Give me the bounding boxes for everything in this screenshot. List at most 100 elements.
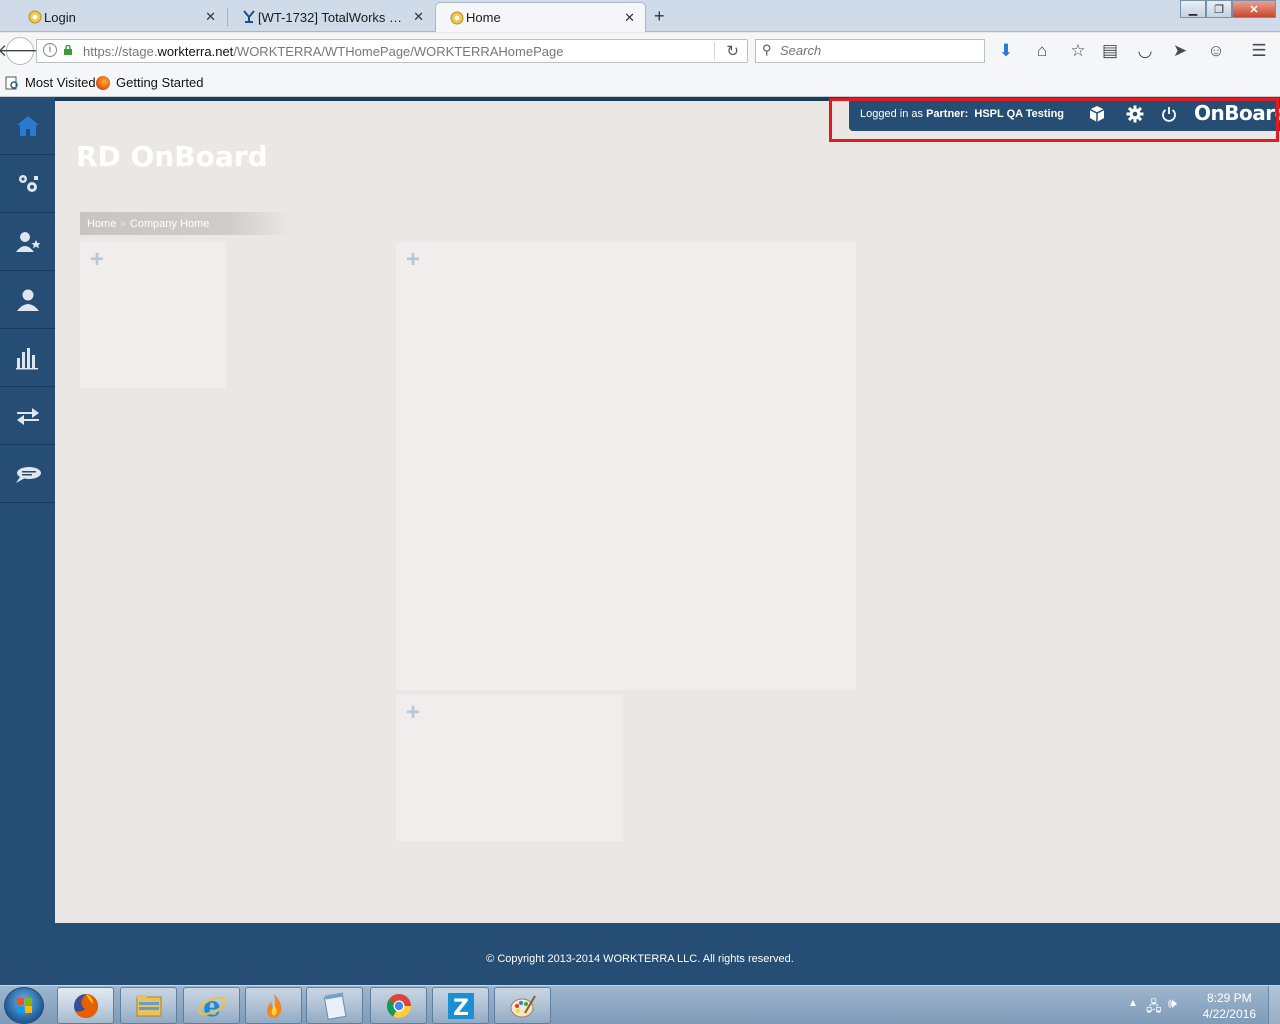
widget-panel-left: +: [80, 242, 226, 388]
breadcrumb-current: Company Home: [129, 217, 210, 230]
widget-panel-bottom: +: [396, 695, 623, 841]
clock-date: 4/22/2016: [1202, 1007, 1256, 1021]
menu-icon[interactable]: ☰: [1247, 39, 1271, 63]
copyright-text: © Copyright 2013-2014 WORKTERRA LLC. All…: [486, 953, 794, 965]
clock[interactable]: 8:29 PM 4/22/2016: [1203, 990, 1256, 1022]
close-window-button[interactable]: ✕: [1232, 0, 1276, 18]
firefox-icon: [96, 75, 110, 90]
transfer-arrows-icon: [16, 407, 39, 425]
show-desktop-button[interactable]: [1268, 986, 1280, 1024]
sidebar-item-users-admin[interactable]: [0, 213, 55, 271]
bookmark-star-icon[interactable]: ☆: [1066, 39, 1090, 63]
paint-palette-icon: [510, 994, 536, 1017]
sidebar-item-home[interactable]: [0, 97, 55, 155]
url-text[interactable]: https://stage.workterra.net/WORKTERRA/WT…: [83, 44, 563, 59]
tab-title: Home: [466, 10, 501, 25]
home-icon[interactable]: ⌂: [1030, 39, 1054, 63]
windows-taskbar: e Z ▲ 🖧 🕪 8:29 PM 4/22/2016: [0, 985, 1280, 1024]
taskbar-firefox[interactable]: [57, 987, 114, 1024]
close-tab-icon[interactable]: ✕: [413, 9, 424, 25]
volume-icon[interactable]: 🕪: [1168, 995, 1177, 1012]
most-visited-icon: [5, 76, 18, 89]
search-bar[interactable]: ⚲: [755, 39, 985, 63]
tab-jira[interactable]: [WT-1732] TotalWorks Bra... ✕: [228, 2, 434, 32]
bookmark-most-visited[interactable]: Most Visited: [5, 75, 96, 90]
sidebar-item-employees[interactable]: [0, 271, 55, 329]
user-star-icon: [15, 231, 40, 252]
tray-expand-icon[interactable]: ▲: [1128, 998, 1138, 1009]
taskbar-chrome[interactable]: [370, 987, 427, 1024]
clock-time: 8:29 PM: [1206, 991, 1252, 1005]
info-icon[interactable]: i: [43, 43, 57, 57]
close-tab-icon[interactable]: ✕: [624, 10, 635, 26]
pocket-icon[interactable]: ◡: [1133, 39, 1157, 63]
taskbar-firefox-developer[interactable]: [245, 987, 302, 1024]
tab-home[interactable]: Home ✕: [435, 2, 646, 32]
window-controls: ▁ ❐ ✕: [1180, 0, 1276, 18]
internet-explorer-icon: e: [197, 991, 226, 1021]
tab-title: Login: [44, 9, 76, 25]
downloads-icon[interactable]: ⬇: [994, 39, 1018, 63]
tab-title: [WT-1732] TotalWorks Bra...: [258, 9, 408, 25]
site-favicon-icon: [28, 10, 42, 24]
sidebar-item-messages[interactable]: [0, 445, 55, 503]
close-tab-icon[interactable]: ✕: [205, 9, 216, 25]
flame-icon: [266, 993, 281, 1018]
site-favicon-icon: [450, 11, 464, 25]
widget-panel-main: +: [396, 242, 856, 690]
system-tray: ▲ 🖧 🕪 8:29 PM 4/22/2016: [1120, 986, 1280, 1024]
back-button[interactable]: 🡐: [0, 37, 43, 65]
taskbar-notepad[interactable]: [306, 987, 363, 1024]
puzzle-gears-icon: [18, 174, 38, 192]
navigation-toolbar: 🡐 i https://stage.workterra.net/WORKTERR…: [0, 33, 1280, 69]
bookmark-getting-started[interactable]: Getting Started: [96, 75, 203, 90]
bar-chart-icon: [15, 347, 38, 369]
home-icon: [16, 115, 39, 136]
firefox-icon: [73, 993, 98, 1018]
chat-bubble-icon: [15, 466, 41, 483]
zoho-icon: Z: [447, 992, 474, 1021]
breadcrumb-separator: »: [120, 218, 126, 229]
restore-button[interactable]: ❐: [1206, 0, 1232, 18]
taskbar-zoho[interactable]: Z: [432, 987, 489, 1024]
breadcrumb-home[interactable]: Home: [87, 218, 116, 230]
reading-list-icon[interactable]: ▤: [1098, 39, 1122, 63]
sidebar-item-setup[interactable]: [0, 155, 55, 213]
reload-icon[interactable]: ↻: [726, 42, 739, 60]
user-icon: [16, 289, 39, 311]
hello-chat-icon[interactable]: ☺: [1204, 39, 1228, 63]
highlight-annotation-box: [829, 98, 1279, 142]
breadcrumb: Home » Company Home: [80, 212, 292, 235]
taskbar-explorer[interactable]: [120, 987, 177, 1024]
jira-favicon-icon: [243, 10, 255, 23]
sidebar-item-reports[interactable]: [0, 329, 55, 387]
lock-icon: [64, 45, 72, 55]
windows-logo-icon: [17, 998, 32, 1013]
add-widget-button[interactable]: +: [406, 699, 420, 727]
chrome-icon: [386, 993, 411, 1018]
start-button[interactable]: [4, 987, 44, 1024]
folder-icon: [136, 994, 161, 1016]
search-icon: ⚲: [762, 42, 772, 57]
send-icon[interactable]: ➤: [1168, 39, 1192, 63]
new-tab-button[interactable]: +: [654, 6, 665, 27]
add-widget-button[interactable]: +: [406, 246, 420, 274]
sidebar-item-transfers[interactable]: [0, 387, 55, 445]
add-widget-button[interactable]: +: [90, 246, 104, 274]
svg-text:Z: Z: [453, 996, 469, 1021]
tab-bar: Login ✕ [WT-1732] TotalWorks Bra... ✕ Ho…: [0, 0, 1280, 32]
taskbar-paint[interactable]: [494, 987, 551, 1024]
tab-login[interactable]: Login ✕: [14, 2, 226, 32]
url-divider: [714, 42, 715, 60]
sidebar: [0, 97, 55, 923]
svg-text:e: e: [203, 991, 221, 1021]
taskbar-internet-explorer[interactable]: e: [183, 987, 240, 1024]
page-title: RD OnBoard: [76, 140, 268, 173]
search-input[interactable]: [780, 43, 980, 58]
network-icon[interactable]: 🖧: [1146, 996, 1162, 1020]
notepad-icon: [323, 991, 347, 1020]
url-bar[interactable]: i https://stage.workterra.net/WORKTERRA/…: [36, 39, 748, 63]
minimize-button[interactable]: ▁: [1180, 0, 1206, 18]
bookmarks-toolbar: Most Visited Getting Started: [0, 69, 1280, 97]
footer: © Copyright 2013-2014 WORKTERRA LLC. All…: [0, 923, 1280, 985]
